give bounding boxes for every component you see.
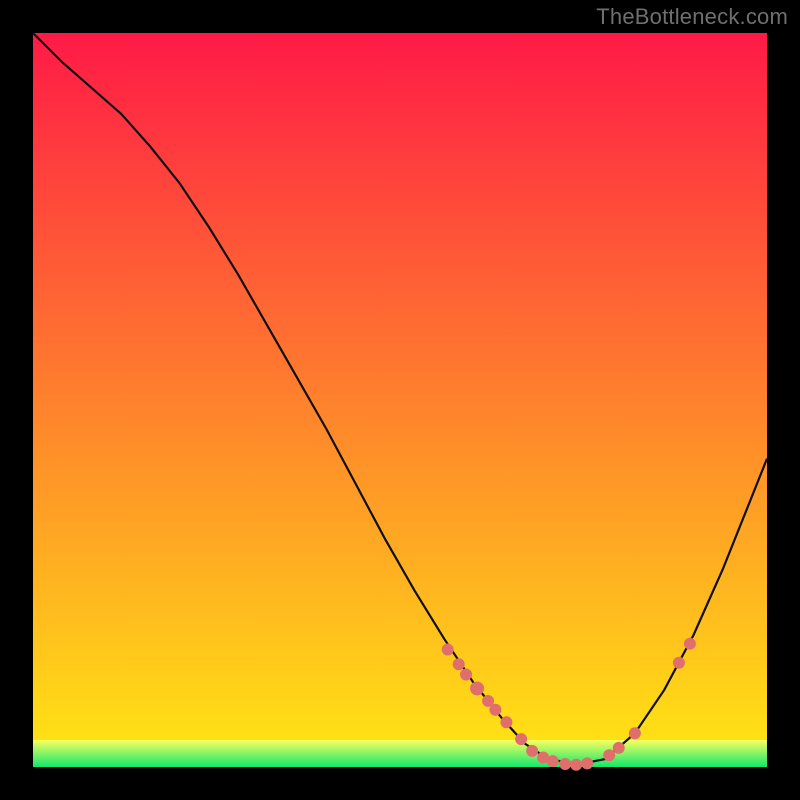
data-marker (684, 638, 696, 650)
data-marker (500, 716, 512, 728)
data-marker (570, 759, 582, 771)
chart-container: TheBottleneck.com (0, 0, 800, 800)
data-marker (559, 758, 571, 770)
plot-area (33, 33, 767, 771)
data-marker (489, 704, 501, 716)
data-marker (442, 644, 454, 656)
bottleneck-curve-chart (0, 0, 800, 800)
data-marker (453, 658, 465, 670)
data-marker (526, 745, 538, 757)
watermark-label: TheBottleneck.com (596, 4, 788, 30)
data-marker (603, 749, 615, 761)
data-marker (515, 733, 527, 745)
data-marker (613, 742, 625, 754)
data-marker (629, 727, 641, 739)
data-marker (470, 681, 484, 695)
data-marker (460, 669, 472, 681)
data-marker (673, 657, 685, 669)
data-marker (547, 755, 559, 767)
gradient-band-lower (33, 740, 767, 767)
data-marker (581, 757, 593, 769)
